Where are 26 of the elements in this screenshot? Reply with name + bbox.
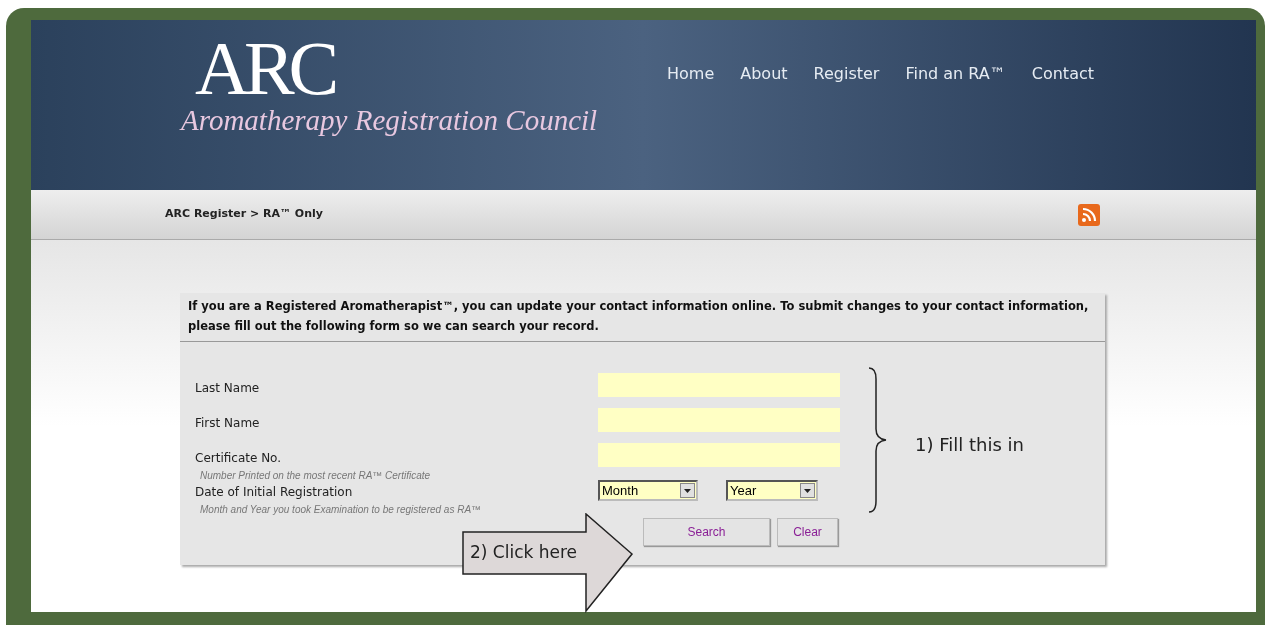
nav-link[interactable]: Contact [1031, 62, 1094, 86]
field-label: Date of Initial Registration [195, 484, 353, 501]
field-hint: Month and Year you took Examination to be registered as RA™ [200, 503, 482, 517]
annotation-text: 1) Fill this in [915, 433, 1024, 457]
field-label: Last Name [195, 380, 260, 397]
text-input[interactable] [598, 443, 840, 467]
search-button[interactable]: Search [643, 518, 770, 546]
field-hint: Number Printed on the most recent RA™ Certificate [200, 469, 431, 483]
field-label: Certificate No. [195, 450, 282, 467]
nav-link[interactable]: Home [667, 62, 715, 86]
breadcrumb: ARC Register > RA™ Only [165, 206, 323, 223]
field-label: First Name [195, 415, 260, 432]
annotation-text: 2) Click here [470, 541, 578, 564]
nav-link[interactable]: About [740, 62, 788, 86]
intro-text: If you are a Registered Aromatherapist™, you can update your contact information online. To submit changes to your contact information, please fill out the following form so we can search your record. [188, 298, 1090, 335]
caret-icon [680, 483, 695, 498]
nav-link[interactable]: Register [813, 62, 880, 86]
caret-icon [800, 483, 815, 498]
brace-icon [868, 367, 888, 513]
text-input[interactable] [598, 373, 840, 397]
text-input[interactable] [598, 408, 840, 432]
rss-icon[interactable] [1078, 203, 1100, 226]
dropdown-select[interactable]: Year [726, 480, 818, 501]
nav-link[interactable]: Find an RA™ [905, 62, 1006, 86]
clear-button[interactable]: Clear [777, 518, 838, 546]
dropdown-select[interactable]: Month [598, 480, 698, 501]
